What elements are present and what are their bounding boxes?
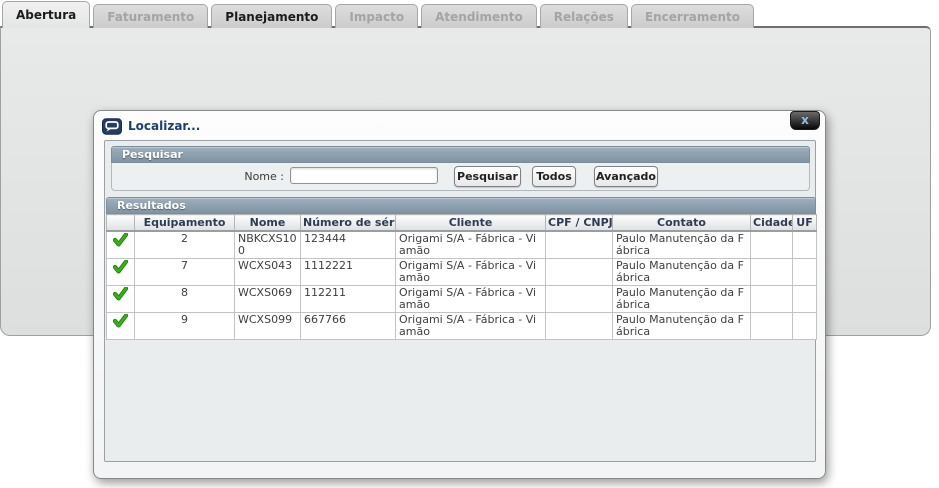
col-cidade: Cidade — [751, 215, 793, 232]
col-cpf-cnpj: CPF / CNPJ — [546, 215, 613, 232]
localizar-dialog: Localizar... x Pesquisar Nome : Pesquisa… — [93, 110, 826, 479]
serie-cell: 112211 — [301, 286, 396, 313]
results-section: Resultados Equipamento Nome Número de sé… — [106, 197, 816, 340]
equipamento-cell: 9 — [135, 313, 235, 340]
dialog-icon — [102, 118, 122, 135]
nome-label: Nome : — [112, 170, 284, 183]
cpf-cnpj-cell — [546, 231, 613, 259]
avancado-button[interactable]: Avançado — [594, 166, 658, 187]
nome-cell: WCXS043 — [235, 259, 301, 286]
uf-cell — [793, 286, 817, 313]
results-table: Equipamento Nome Número de série Cliente… — [106, 214, 817, 340]
tab-bar: Abertura Faturamento Planejamento Impact… — [2, 1, 757, 28]
cliente-cell: Origami S/A - Fábrica - Viamão — [396, 231, 546, 259]
dialog-titlebar[interactable]: Localizar... — [94, 111, 825, 141]
col-cliente: Cliente — [396, 215, 546, 232]
todos-button[interactable]: Todos — [532, 166, 576, 187]
col-nome: Nome — [235, 215, 301, 232]
cliente-cell: Origami S/A - Fábrica - Viamão — [396, 259, 546, 286]
search-section-body: Nome : Pesquisar Todos Avançado — [111, 163, 810, 191]
col-contato: Contato — [613, 215, 751, 232]
nome-cell: WCXS099 — [235, 313, 301, 340]
equipamento-cell: 7 — [135, 259, 235, 286]
col-uf: UF — [793, 215, 817, 232]
contato-cell: Paulo Manutenção da Fábrica — [613, 231, 751, 259]
cliente-cell: Origami S/A - Fábrica - Viamão — [396, 286, 546, 313]
search-section-header: Pesquisar — [111, 146, 810, 163]
results-body: 2 NBKCXS100 123444 Origami S/A - Fábrica… — [107, 231, 817, 340]
dialog-title: Localizar... — [128, 119, 200, 133]
cpf-cnpj-cell — [546, 259, 613, 286]
results-header-row: Equipamento Nome Número de série Cliente… — [107, 215, 817, 232]
tab-atendimento: Atendimento — [421, 4, 537, 28]
dialog-content: Pesquisar Nome : Pesquisar Todos Avançad… — [104, 140, 816, 462]
results-section-header: Resultados — [106, 197, 816, 214]
col-numero-serie: Número de série — [301, 215, 396, 232]
result-row[interactable]: 9 WCXS099 667766 Origami S/A - Fábrica -… — [107, 313, 817, 340]
pesquisar-button[interactable]: Pesquisar — [454, 166, 521, 187]
tab-faturamento: Faturamento — [93, 4, 208, 28]
cpf-cnpj-cell — [546, 313, 613, 340]
tab-encerramento: Encerramento — [631, 4, 754, 28]
nome-input[interactable] — [290, 167, 438, 184]
tab-impacto: Impacto — [335, 4, 418, 28]
tab-abertura[interactable]: Abertura — [2, 1, 90, 28]
result-row[interactable]: 8 WCXS069 112211 Origami S/A - Fábrica -… — [107, 286, 817, 313]
tab-relacoes: Relações — [540, 4, 628, 28]
cliente-cell: Origami S/A - Fábrica - Viamão — [396, 313, 546, 340]
cidade-cell — [751, 286, 793, 313]
select-cell[interactable] — [107, 231, 135, 259]
check-icon — [113, 233, 128, 247]
uf-cell — [793, 259, 817, 286]
col-equipamento: Equipamento — [135, 215, 235, 232]
select-cell[interactable] — [107, 286, 135, 313]
select-cell[interactable] — [107, 313, 135, 340]
col-select — [107, 215, 135, 232]
nome-cell: NBKCXS100 — [235, 231, 301, 259]
equipamento-cell: 8 — [135, 286, 235, 313]
contato-cell: Paulo Manutenção da Fábrica — [613, 259, 751, 286]
uf-cell — [793, 313, 817, 340]
cidade-cell — [751, 231, 793, 259]
check-icon — [113, 314, 128, 328]
close-button[interactable]: x — [790, 111, 820, 130]
uf-cell — [793, 231, 817, 259]
search-section: Pesquisar Nome : Pesquisar Todos Avançad… — [111, 146, 810, 191]
serie-cell: 123444 — [301, 231, 396, 259]
result-row[interactable]: 7 WCXS043 1112221 Origami S/A - Fábrica … — [107, 259, 817, 286]
check-icon — [113, 287, 128, 301]
serie-cell: 1112221 — [301, 259, 396, 286]
app-window: Abertura Faturamento Planejamento Impact… — [0, 0, 939, 488]
cpf-cnpj-cell — [546, 286, 613, 313]
check-icon — [113, 260, 128, 274]
tab-planejamento[interactable]: Planejamento — [211, 4, 332, 28]
result-row[interactable]: 2 NBKCXS100 123444 Origami S/A - Fábrica… — [107, 231, 817, 259]
equipamento-cell: 2 — [135, 231, 235, 259]
serie-cell: 667766 — [301, 313, 396, 340]
cidade-cell — [751, 259, 793, 286]
cidade-cell — [751, 313, 793, 340]
nome-cell: WCXS069 — [235, 286, 301, 313]
select-cell[interactable] — [107, 259, 135, 286]
contato-cell: Paulo Manutenção da Fábrica — [613, 286, 751, 313]
contato-cell: Paulo Manutenção da Fábrica — [613, 313, 751, 340]
